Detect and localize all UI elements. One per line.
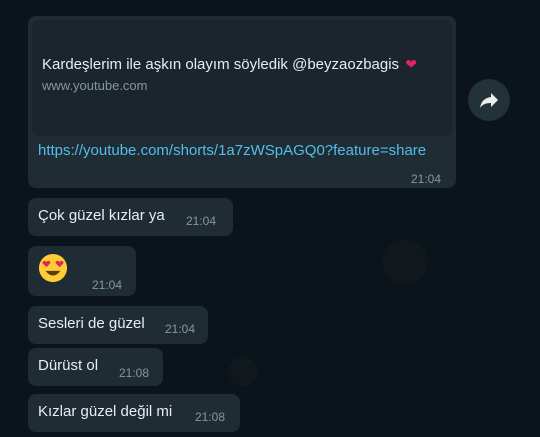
link-preview-title-text: Kardeşlerim ile aşkın olayım söyledik @b… — [42, 56, 400, 73]
message-bubble[interactable]: Çok güzel kızlar ya 21:04 — [28, 198, 233, 236]
link-preview-card[interactable]: Kardeşlerim ile aşkın olayım söyledik @b… — [32, 20, 452, 136]
message-time: 21:04 — [186, 214, 217, 228]
link-preview-title: Kardeşlerim ile aşkın olayım söyledik @b… — [42, 56, 452, 73]
message-bubble[interactable]: Dürüst ol 21:08 — [28, 348, 163, 386]
forward-arrow-icon — [480, 93, 498, 108]
heart-emoji-icon: ❤ — [405, 56, 417, 72]
forward-button[interactable] — [468, 79, 510, 121]
link-preview-domain: www.youtube.com — [42, 78, 148, 93]
message-time: 21:04 — [411, 172, 442, 186]
message-time: 21:04 — [165, 322, 196, 336]
message-bubble[interactable]: Sesleri de güzel 21:04 — [28, 306, 208, 344]
heart-eyes-emoji-icon — [38, 253, 68, 283]
link-message-bubble[interactable]: Kardeşlerim ile aşkın olayım söyledik @b… — [28, 16, 456, 188]
message-text: Kızlar güzel değil mi — [38, 403, 173, 420]
message-text: Dürüst ol — [38, 357, 99, 374]
message-text: Çok güzel kızlar ya — [38, 207, 165, 224]
message-link[interactable]: https://youtube.com/shorts/1a7zWSpAGQ0?f… — [38, 142, 426, 159]
message-text: Sesleri de güzel — [38, 315, 145, 332]
message-bubble[interactable]: Kızlar güzel değil mi 21:08 — [28, 394, 240, 432]
message-time: 21:04 — [92, 278, 123, 292]
emoji-message-bubble[interactable]: 21:04 — [28, 246, 136, 296]
message-time: 21:08 — [119, 366, 150, 380]
message-time: 21:08 — [195, 410, 226, 424]
